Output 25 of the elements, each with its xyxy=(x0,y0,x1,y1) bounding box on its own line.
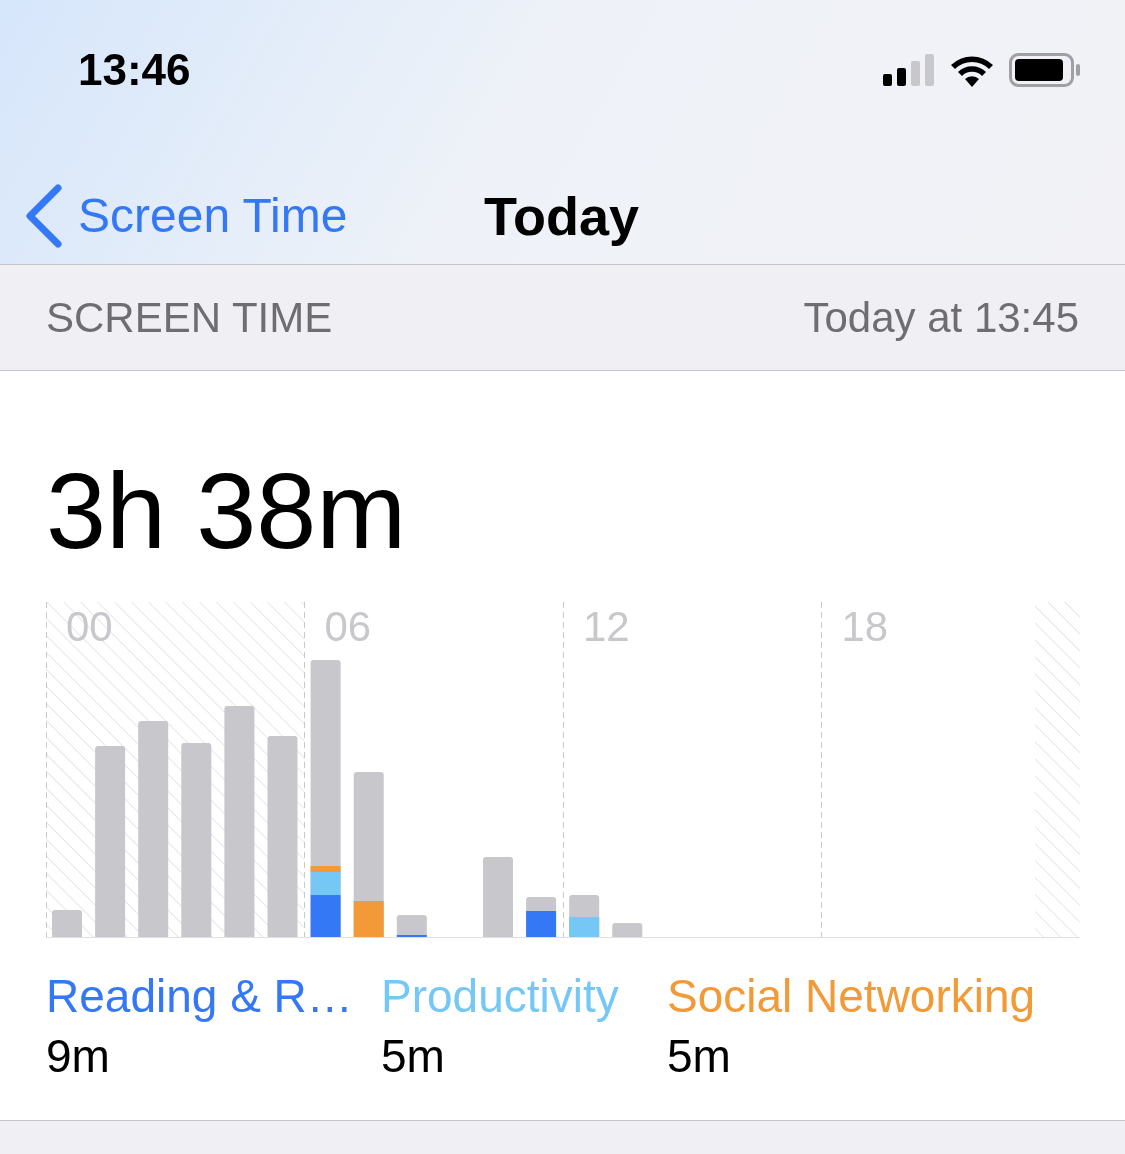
usage-bar xyxy=(52,910,82,937)
hour-label: 00 xyxy=(66,606,113,648)
back-button[interactable]: Screen Time xyxy=(24,180,348,252)
category-name: Social Networking xyxy=(667,969,1037,1024)
usage-bar xyxy=(526,897,557,937)
hour-label: 18 xyxy=(841,606,889,648)
usage-bar xyxy=(569,895,600,937)
updated-time: Today at 13:45 xyxy=(803,293,1079,343)
usage-bar xyxy=(612,923,643,937)
section-header: SCREEN TIME xyxy=(46,293,333,343)
category-time: 5m xyxy=(381,1029,446,1084)
signal-icon xyxy=(883,54,935,86)
battery-icon xyxy=(1009,53,1081,87)
chevron-left-icon xyxy=(24,184,64,248)
category-name: Reading & R… xyxy=(46,969,354,1024)
nav-title: Today xyxy=(484,185,639,248)
category-time: 9m xyxy=(46,1029,111,1084)
hour-label: 12 xyxy=(583,606,630,648)
wifi-icon xyxy=(949,53,995,87)
status-time: 13:46 xyxy=(78,44,191,96)
hour-label: 06 xyxy=(324,606,372,648)
category-time: 5m xyxy=(667,1029,732,1084)
usage-bar xyxy=(396,915,427,937)
total-time: 3h 38m xyxy=(46,457,408,573)
category-name: Productivity xyxy=(381,969,620,1024)
